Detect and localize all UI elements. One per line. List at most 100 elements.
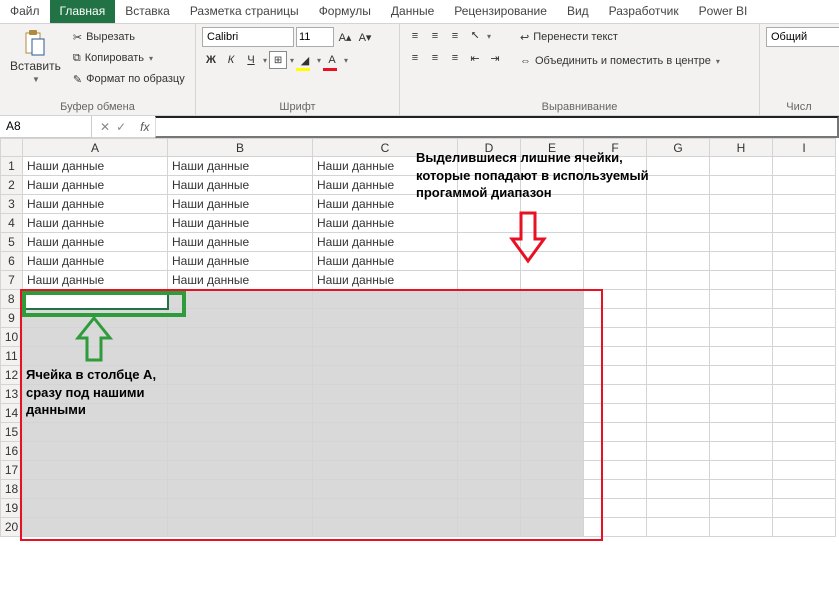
cell-C10[interactable] xyxy=(313,328,458,347)
cell-D18[interactable] xyxy=(458,480,521,499)
tab-review[interactable]: Рецензирование xyxy=(444,0,557,23)
cell-C18[interactable] xyxy=(313,480,458,499)
cell-H1[interactable] xyxy=(710,157,773,176)
tab-home[interactable]: Главная xyxy=(50,0,116,23)
cell-E20[interactable] xyxy=(521,518,584,537)
cell-A11[interactable] xyxy=(23,347,168,366)
row-header-16[interactable]: 16 xyxy=(1,442,23,461)
cell-F14[interactable] xyxy=(584,404,647,423)
cell-G19[interactable] xyxy=(647,499,710,518)
cell-G10[interactable] xyxy=(647,328,710,347)
tab-view[interactable]: Вид xyxy=(557,0,599,23)
orientation-button[interactable]: ⭦ xyxy=(466,27,484,45)
cell-I15[interactable] xyxy=(773,423,836,442)
row-header-15[interactable]: 15 xyxy=(1,423,23,442)
indent-increase-button[interactable]: ⇥ xyxy=(486,49,504,67)
cell-G8[interactable] xyxy=(647,290,710,309)
cell-A18[interactable] xyxy=(23,480,168,499)
cell-C16[interactable] xyxy=(313,442,458,461)
col-header-A[interactable]: A xyxy=(23,139,168,157)
underline-button[interactable]: Ч xyxy=(242,51,260,69)
cell-E5[interactable] xyxy=(521,233,584,252)
cell-F6[interactable] xyxy=(584,252,647,271)
cell-G17[interactable] xyxy=(647,461,710,480)
cell-D7[interactable] xyxy=(458,271,521,290)
cell-A10[interactable] xyxy=(23,328,168,347)
row-header-10[interactable]: 10 xyxy=(1,328,23,347)
cell-G11[interactable] xyxy=(647,347,710,366)
cell-H12[interactable] xyxy=(710,366,773,385)
cell-B1[interactable]: Наши данные xyxy=(168,157,313,176)
cell-C12[interactable] xyxy=(313,366,458,385)
cell-A6[interactable]: Наши данные xyxy=(23,252,168,271)
tab-data[interactable]: Данные xyxy=(381,0,444,23)
align-bottom-button[interactable]: ≡ xyxy=(446,27,464,45)
cell-I9[interactable] xyxy=(773,309,836,328)
cell-F20[interactable] xyxy=(584,518,647,537)
format-painter-button[interactable]: ✎ Формат по образцу xyxy=(69,69,189,89)
tab-layout[interactable]: Разметка страницы xyxy=(180,0,309,23)
cell-H16[interactable] xyxy=(710,442,773,461)
cell-H6[interactable] xyxy=(710,252,773,271)
cell-B8[interactable] xyxy=(168,290,313,309)
row-header-1[interactable]: 1 xyxy=(1,157,23,176)
cell-I14[interactable] xyxy=(773,404,836,423)
cell-C17[interactable] xyxy=(313,461,458,480)
cell-F12[interactable] xyxy=(584,366,647,385)
row-header-11[interactable]: 11 xyxy=(1,347,23,366)
cell-G12[interactable] xyxy=(647,366,710,385)
cell-D12[interactable] xyxy=(458,366,521,385)
cell-F17[interactable] xyxy=(584,461,647,480)
cell-A4[interactable]: Наши данные xyxy=(23,214,168,233)
cell-E15[interactable] xyxy=(521,423,584,442)
cell-E6[interactable] xyxy=(521,252,584,271)
cell-F13[interactable] xyxy=(584,385,647,404)
cell-I12[interactable] xyxy=(773,366,836,385)
row-header-20[interactable]: 20 xyxy=(1,518,23,537)
cell-B9[interactable] xyxy=(168,309,313,328)
cell-F11[interactable] xyxy=(584,347,647,366)
cell-B12[interactable] xyxy=(168,366,313,385)
cell-B2[interactable]: Наши данные xyxy=(168,176,313,195)
cell-B11[interactable] xyxy=(168,347,313,366)
cell-F18[interactable] xyxy=(584,480,647,499)
col-header-B[interactable]: B xyxy=(168,139,313,157)
font-name-select[interactable] xyxy=(202,27,294,47)
cell-B5[interactable]: Наши данные xyxy=(168,233,313,252)
cell-H2[interactable] xyxy=(710,176,773,195)
cell-B13[interactable] xyxy=(168,385,313,404)
cell-E16[interactable] xyxy=(521,442,584,461)
cell-E7[interactable] xyxy=(521,271,584,290)
tab-insert[interactable]: Вставка xyxy=(115,0,180,23)
row-header-7[interactable]: 7 xyxy=(1,271,23,290)
cell-D5[interactable] xyxy=(458,233,521,252)
cell-B17[interactable] xyxy=(168,461,313,480)
cell-C11[interactable] xyxy=(313,347,458,366)
col-header-I[interactable]: I xyxy=(773,139,836,157)
row-header-9[interactable]: 9 xyxy=(1,309,23,328)
cell-D17[interactable] xyxy=(458,461,521,480)
tab-powerbi[interactable]: Power BI xyxy=(689,0,758,23)
cell-C19[interactable] xyxy=(313,499,458,518)
cell-E12[interactable] xyxy=(521,366,584,385)
enter-icon[interactable]: ✓ xyxy=(116,120,126,134)
cell-H4[interactable] xyxy=(710,214,773,233)
cell-F9[interactable] xyxy=(584,309,647,328)
cell-G16[interactable] xyxy=(647,442,710,461)
cell-C20[interactable] xyxy=(313,518,458,537)
cell-H7[interactable] xyxy=(710,271,773,290)
cell-B16[interactable] xyxy=(168,442,313,461)
name-box[interactable] xyxy=(0,116,92,138)
cell-D8[interactable] xyxy=(458,290,521,309)
cell-I8[interactable] xyxy=(773,290,836,309)
cell-H14[interactable] xyxy=(710,404,773,423)
cell-C7[interactable]: Наши данные xyxy=(313,271,458,290)
cell-H9[interactable] xyxy=(710,309,773,328)
tab-formulas[interactable]: Формулы xyxy=(309,0,381,23)
tab-developer[interactable]: Разработчик xyxy=(599,0,689,23)
row-header-19[interactable]: 19 xyxy=(1,499,23,518)
cell-I1[interactable] xyxy=(773,157,836,176)
cell-A15[interactable] xyxy=(23,423,168,442)
number-format-select[interactable] xyxy=(766,27,839,47)
cell-D15[interactable] xyxy=(458,423,521,442)
